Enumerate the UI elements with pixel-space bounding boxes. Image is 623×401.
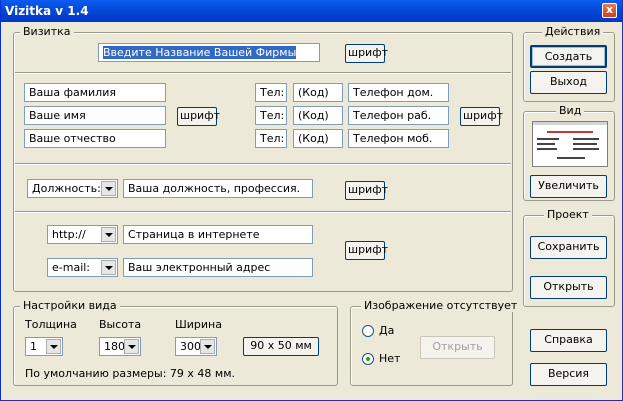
image-no-radio[interactable] — [362, 353, 374, 365]
company-name-text: Введите Название Вашей Фирмы — [103, 46, 297, 59]
preview-line — [547, 131, 593, 133]
phone-work-number-field[interactable]: Телефон раб. — [348, 106, 449, 125]
vizitka-group: Визитка — [13, 25, 513, 292]
view-legend: Вид — [556, 104, 585, 117]
thickness-select-value: 1 — [30, 340, 37, 353]
app-window: Vizitka v 1.4 x Визитка Введите Название… — [0, 0, 623, 401]
divider-2 — [15, 163, 511, 165]
actions-legend: Действия — [542, 25, 604, 38]
image-open-button[interactable]: Открыть — [420, 336, 495, 359]
name-font-button[interactable]: шрифт — [177, 107, 220, 126]
divider-3 — [15, 211, 511, 213]
name-field[interactable]: Ваше имя — [24, 106, 166, 125]
project-open-button[interactable]: Открыть — [530, 276, 607, 299]
preview-line — [573, 143, 597, 145]
thickness-label: Толщина — [25, 318, 77, 331]
width-select[interactable]: 300 — [175, 337, 217, 356]
thickness-select[interactable]: 1 — [25, 337, 63, 356]
close-icon[interactable]: x — [602, 3, 617, 18]
position-select-value: Должность: — [32, 182, 101, 195]
width-select-value: 300 — [180, 340, 201, 353]
image-yes-radio[interactable] — [362, 325, 374, 337]
image-yes-label[interactable]: Да — [379, 324, 394, 337]
phone-font-button[interactable]: шрифт — [460, 107, 503, 126]
phone-mobile-code-field[interactable]: (Код) — [293, 129, 343, 148]
email-select[interactable]: e-mail: — [47, 258, 118, 277]
size-button[interactable]: 90 х 50 мм — [243, 337, 319, 356]
version-button[interactable]: Версия — [530, 363, 607, 386]
preview-line — [537, 138, 559, 140]
chevron-down-icon[interactable] — [101, 260, 116, 275]
height-select[interactable]: 180 — [99, 337, 141, 356]
contact-font-button[interactable]: шрифт — [345, 241, 388, 260]
exit-button[interactable]: Выход — [530, 71, 607, 94]
help-button[interactable]: Справка — [530, 329, 607, 352]
email-select-value: e-mail: — [52, 261, 91, 274]
phone-work-code-field[interactable]: (Код) — [293, 106, 343, 125]
phone-home-tel-field[interactable]: Тел: — [255, 83, 287, 102]
default-size-note: По умолчанию размеры: 79 х 48 мм. — [25, 367, 235, 380]
phone-home-number-field[interactable]: Телефон дом. — [348, 83, 449, 102]
image-no-label[interactable]: Нет — [379, 352, 400, 365]
preview-line — [557, 157, 585, 159]
preview-line — [573, 138, 599, 140]
height-label: Высота — [99, 318, 142, 331]
surname-field[interactable]: Ваша фамилия — [24, 83, 166, 102]
create-button[interactable]: Создать — [530, 45, 607, 68]
title-bar: Vizitka v 1.4 x — [1, 0, 622, 22]
chevron-down-icon[interactable] — [124, 339, 139, 354]
enlarge-button[interactable]: Увеличить — [530, 175, 607, 198]
phone-home-code-field[interactable]: (Код) — [293, 83, 343, 102]
image-legend: Изображение отсутствует — [361, 299, 521, 312]
phone-mobile-number-field[interactable]: Телефон моб. — [348, 129, 449, 148]
height-select-value: 180 — [104, 340, 125, 353]
preview-line — [573, 148, 599, 150]
position-font-button[interactable]: шрифт — [345, 181, 388, 200]
position-select[interactable]: Должность: — [27, 179, 118, 198]
view-settings-legend: Настройки вида — [20, 299, 120, 312]
phone-mobile-tel-field[interactable]: Тел: — [255, 129, 287, 148]
preview-line — [537, 148, 557, 150]
protocol-select-value: http:// — [52, 228, 86, 241]
save-button[interactable]: Сохранить — [530, 236, 607, 259]
card-preview — [532, 121, 608, 167]
preview-bar — [533, 122, 607, 125]
divider-1 — [15, 72, 511, 74]
chevron-down-icon[interactable] — [46, 339, 61, 354]
chevron-down-icon[interactable] — [101, 181, 116, 196]
preview-line — [537, 143, 555, 145]
phone-work-tel-field[interactable]: Тел: — [255, 106, 287, 125]
patronymic-field[interactable]: Ваше отчество — [24, 129, 166, 148]
email-field[interactable]: Ваш электронный адрес — [123, 258, 313, 277]
web-field[interactable]: Страница в интернете — [123, 225, 313, 244]
project-legend: Проект — [544, 208, 592, 221]
window-title: Vizitka v 1.4 — [5, 4, 89, 18]
chevron-down-icon[interactable] — [200, 339, 215, 354]
chevron-down-icon[interactable] — [101, 227, 116, 242]
company-font-button[interactable]: шрифт — [345, 44, 388, 63]
protocol-select[interactable]: http:// — [47, 225, 118, 244]
vizitka-legend: Визитка — [20, 25, 74, 38]
width-label: Ширина — [175, 318, 222, 331]
company-name-field[interactable]: Введите Название Вашей Фирмы — [98, 43, 320, 62]
position-field[interactable]: Ваша должность, профессия. — [123, 179, 313, 198]
